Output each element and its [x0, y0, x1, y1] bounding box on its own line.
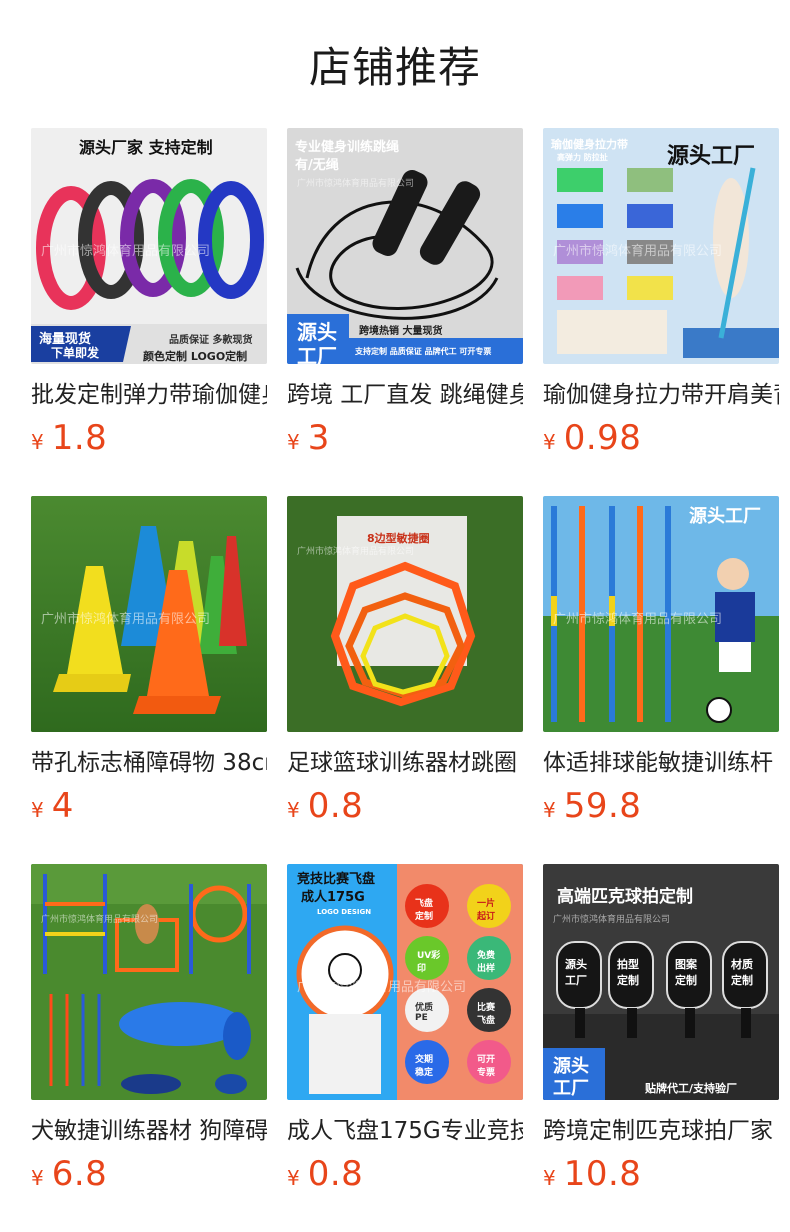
product-title[interactable]: 体适排球能敏捷训练杆 [543, 746, 779, 780]
product-title[interactable]: 足球篮球训练器材跳圈 [287, 746, 523, 780]
product-price: ¥ 4 [31, 786, 267, 826]
currency-symbol: ¥ [543, 1166, 556, 1190]
currency-symbol: ¥ [543, 430, 556, 454]
price-value: 0.98 [563, 418, 642, 458]
page-title: 店铺推荐 [308, 42, 481, 92]
product-card[interactable]: 广州市惊鸿体育用品有限公司 带孔标志桶障碍物 38cm ¥ 4 [31, 496, 267, 826]
image-badge: 免费出样 [477, 951, 496, 974]
image-badge: 材质定制 [731, 958, 753, 987]
image-caption: 高端匹克球拍定制 [557, 887, 693, 907]
image-caption: 瑜伽健身拉力带 [551, 138, 628, 151]
watermark: 广州市惊鸿体育用品有限公司 [297, 980, 467, 995]
image-badge: 比赛飞盘 [477, 1003, 496, 1026]
product-card[interactable]: 8边型敏捷圈 广州市惊鸿体育用品有限公司 足球篮球训练器材跳圈 ¥ 0.8 [287, 496, 523, 826]
watermark: 广州市惊鸿体育用品有限公司 [553, 612, 723, 627]
image-badge: 优质PE [415, 1003, 434, 1023]
product-card[interactable]: 源头工厂 广州市惊鸿体育用品有限公司 体适排球能敏捷训练杆 ¥ 59.8 [543, 496, 779, 826]
product-price: ¥ 6.8 [31, 1154, 267, 1194]
product-image[interactable]: 8边型敏捷圈 广州市惊鸿体育用品有限公司 [287, 496, 523, 732]
image-caption: 有/无绳 [295, 158, 339, 173]
image-badge: 可开专票 [477, 1055, 496, 1078]
product-image[interactable]: 广州市惊鸿体育用品有限公司 [31, 496, 267, 732]
price-value: 10.8 [563, 1154, 642, 1194]
product-image[interactable]: 竞技比赛飞盘 成人175G LOGO DESIGN 飞盘定制 一片起订 UV彩印… [287, 864, 523, 1100]
product-title[interactable]: 带孔标志桶障碍物 38cm [31, 746, 267, 780]
product-card[interactable]: 竞技比赛飞盘 成人175G LOGO DESIGN 飞盘定制 一片起订 UV彩印… [287, 864, 523, 1194]
image-badge: 拍型定制 [617, 958, 639, 987]
product-price: ¥ 10.8 [543, 1154, 779, 1194]
watermark: 广州市惊鸿体育用品有限公司 [553, 915, 671, 925]
image-badge: 交期稳定 [415, 1055, 434, 1078]
product-image[interactable]: 源头工厂 广州市惊鸿体育用品有限公司 [543, 496, 779, 732]
price-value: 59.8 [563, 786, 642, 826]
price-value: 4 [51, 786, 74, 826]
image-badge: 源头工厂 [565, 958, 587, 987]
product-title[interactable]: 跨境定制匹克球拍厂家 [543, 1114, 779, 1148]
currency-symbol: ¥ [31, 798, 44, 822]
image-badge: 源头工厂 [689, 506, 761, 527]
product-image[interactable]: 源头厂家 支持定制 海量现货 下单即发 品质保证 多款现货 颜色定制 LOGO定… [31, 128, 267, 364]
currency-symbol: ¥ [287, 1166, 300, 1190]
product-price: ¥ 0.98 [543, 418, 779, 458]
image-caption: 品质保证 多款现货 [169, 335, 253, 346]
product-image[interactable]: 瑜伽健身拉力带 高弹力 防拉扯 源头工厂 广州市惊鸿体育用品有限公司 [543, 128, 779, 364]
image-badge: 工厂 [297, 344, 337, 364]
product-price: ¥ 1.8 [31, 418, 267, 458]
currency-symbol: ¥ [287, 798, 300, 822]
watermark: 广州市惊鸿体育用品有限公司 [297, 547, 415, 557]
watermark: 广州市惊鸿体育用品有限公司 [41, 612, 211, 627]
currency-symbol: ¥ [31, 430, 44, 454]
image-caption: 跨境热销 大量现货 [359, 326, 443, 337]
price-value: 0.8 [307, 1154, 364, 1194]
price-value: 6.8 [51, 1154, 108, 1194]
currency-symbol: ¥ [31, 1166, 44, 1190]
image-badge: UV彩印 [417, 951, 441, 974]
product-price: ¥ 59.8 [543, 786, 779, 826]
price-value: 3 [307, 418, 330, 458]
image-badge: 源头工厂 [667, 144, 756, 169]
image-caption: 成人175G [301, 890, 365, 905]
image-badge: 一片起订 [477, 899, 496, 922]
currency-symbol: ¥ [287, 430, 300, 454]
product-image[interactable]: 专业健身训练跳绳 有/无绳 源头 工厂 跨境热销 大量现货 支持定制 品质保证 … [287, 128, 523, 364]
image-badge: 下单即发 [51, 346, 100, 360]
product-card[interactable]: 专业健身训练跳绳 有/无绳 源头 工厂 跨境热销 大量现货 支持定制 品质保证 … [287, 128, 523, 458]
product-title[interactable]: 犬敏捷训练器材 狗障碍 [31, 1114, 267, 1148]
image-caption: 源头厂家 支持定制 [79, 138, 213, 157]
product-image[interactable]: 高端匹克球拍定制 源头工厂 拍型定制 图案定制 材质定制 源头 工厂 贴牌代工/… [543, 864, 779, 1100]
currency-symbol: ¥ [543, 798, 556, 822]
image-caption: 支持定制 品质保证 品牌代工 可开专票 [355, 347, 492, 356]
image-caption: 专业健身训练跳绳 [295, 140, 400, 155]
product-card[interactable]: 广州市惊鸿体育用品有限公司 犬敏捷训练器材 狗障碍 ¥ 6.8 [31, 864, 267, 1194]
product-price: ¥ 3 [287, 418, 523, 458]
product-image[interactable]: 广州市惊鸿体育用品有限公司 [31, 864, 267, 1100]
watermark: 广州市惊鸿体育用品有限公司 [41, 915, 159, 925]
product-title[interactable]: 批发定制弹力带瑜伽健身阻力带 [31, 378, 267, 412]
dog-agility-icon [31, 864, 267, 1100]
price-value: 1.8 [51, 418, 108, 458]
product-card[interactable]: 瑜伽健身拉力带 高弹力 防拉扯 源头工厂 广州市惊鸿体育用品有限公司 瑜伽健身拉… [543, 128, 779, 458]
image-caption: 贴牌代工/支持验厂 [645, 1082, 738, 1095]
image-badge: 图案定制 [675, 958, 697, 987]
image-caption: 颜色定制 LOGO定制 [143, 350, 248, 363]
watermark: 广州市惊鸿体育用品有限公司 [41, 244, 211, 259]
price-value: 0.8 [307, 786, 364, 826]
product-title[interactable]: 瑜伽健身拉力带开肩美背 [543, 378, 779, 412]
image-badge: 飞盘定制 [415, 899, 434, 922]
product-title[interactable]: 成人飞盘175G专业竞技 [287, 1114, 523, 1148]
product-card[interactable]: 高端匹克球拍定制 源头工厂 拍型定制 图案定制 材质定制 源头 工厂 贴牌代工/… [543, 864, 779, 1194]
product-card[interactable]: 源头厂家 支持定制 海量现货 下单即发 品质保证 多款现货 颜色定制 LOGO定… [31, 128, 267, 458]
image-badge: 工厂 [553, 1078, 589, 1099]
watermark: 广州市惊鸿体育用品有限公司 [297, 179, 415, 189]
image-caption: 竞技比赛飞盘 [297, 872, 376, 887]
watermark: 广州市惊鸿体育用品有限公司 [553, 244, 723, 259]
image-caption: LOGO DESIGN [317, 908, 372, 916]
product-price: ¥ 0.8 [287, 1154, 523, 1194]
image-caption: 高弹力 防拉扯 [557, 153, 608, 162]
product-title[interactable]: 跨境 工厂直发 跳绳健身训练 [287, 378, 523, 412]
product-price: ¥ 0.8 [287, 786, 523, 826]
